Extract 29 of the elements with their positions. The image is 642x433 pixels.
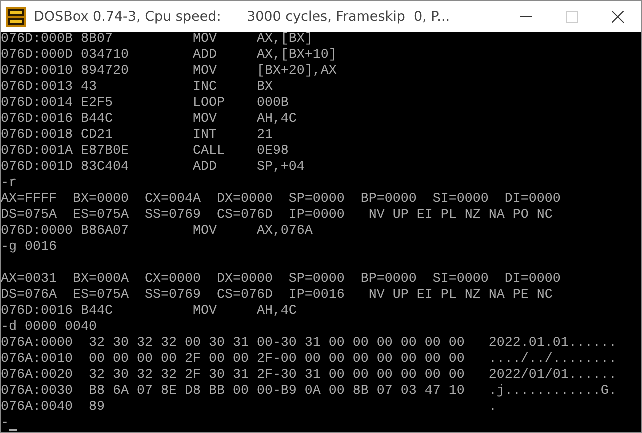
maximize-icon	[566, 10, 578, 22]
text-cursor	[9, 429, 17, 431]
console-line: 076A:0000 32 30 32 32 00 30 31 00-30 31 00 00 00 00 00 00 2022.01.01......	[1, 336, 617, 352]
console-line: AX=0031 BX=000A CX=0000 DX=0000 SP=0000 BP=0000 SI=0000 DI=0000	[1, 272, 561, 288]
console-line: -g 0016	[1, 240, 57, 256]
console-line: 076D:001D 83C404 ADD SP,+04	[1, 160, 305, 176]
console-line: 076A:0020 32 30 32 32 2F 30 31 2F-30 31 00 00 00 00 00 00 2022/01/01......	[1, 368, 617, 384]
console-line: 076A:0030 B8 6A 07 8E D8 BB 00 00-B9 0A 00 8B 07 03 47 10 .j............G.	[1, 384, 617, 400]
command-prompt: -	[1, 416, 9, 432]
close-icon	[612, 10, 624, 22]
window-title: DOSBox 0.74-3, Cpu speed: 3000 cycles, Frameskip 0, P...	[34, 8, 452, 24]
console-line: 076D:001A E87B0E CALL 0E98	[1, 144, 289, 160]
console-line: 076A:0040 89 .	[1, 400, 497, 416]
console-line: 076D:000D 034710 ADD AX,[BX+10]	[1, 48, 337, 64]
console-line: 076D:0018 CD21 INT 21	[1, 128, 273, 144]
console-line: 076D:0016 B44C MOV AH,4C	[1, 112, 297, 128]
console-line: 076D:000B 8B07 MOV AX,[BX]	[1, 32, 313, 48]
console-line: DS=076A ES=075A SS=0769 CS=076D IP=0016 NV UP EI PL NZ NA PE NC	[1, 288, 553, 304]
console-line: AX=FFFF BX=0000 CX=004A DX=0000 SP=0000 BP=0000 SI=0000 DI=0000	[1, 192, 561, 208]
console-line: 076D:0000 B86A07 MOV AX,076A	[1, 224, 313, 240]
console-line: 076D:0010 894720 MOV [BX+20],AX	[1, 64, 337, 80]
console-line: -d 0000 0040	[1, 320, 97, 336]
console-line: 076D:0016 B44C MOV AH,4C	[1, 304, 297, 320]
console-line: 076A:0010 00 00 00 00 2F 00 00 2F-00 00 00 00 00 00 00 00 ..../../........	[1, 352, 617, 368]
app-logo-icon	[6, 6, 26, 26]
console-line: 076D:0014 E2F5 LOOP 000B	[1, 96, 289, 112]
console-line: DS=075A ES=075A SS=0769 CS=076D IP=0000 NV UP EI PL NZ NA PO NC	[1, 208, 553, 224]
console-line: -r	[1, 176, 17, 192]
console-line: 076D:0013 43 INC BX	[1, 80, 273, 96]
